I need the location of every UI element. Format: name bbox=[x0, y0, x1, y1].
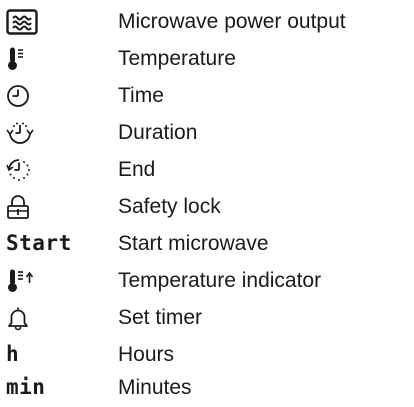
legend-label: End bbox=[118, 158, 156, 181]
hours-text-icon: h bbox=[6, 336, 106, 373]
legend-row-microwave-power: Microwave power output bbox=[0, 3, 414, 40]
legend-label: Temperature indicator bbox=[118, 269, 322, 292]
start-symbol-text: Start bbox=[6, 231, 72, 255]
legend-row-hours: h Hours bbox=[0, 336, 414, 373]
legend-label: Temperature bbox=[118, 47, 236, 70]
legend-row-time: Time bbox=[0, 77, 414, 114]
legend-label: Time bbox=[118, 84, 164, 107]
legend-row-temperature-indicator: Temperature indicator bbox=[0, 262, 414, 299]
lock-icon bbox=[6, 188, 106, 225]
end-time-icon bbox=[6, 151, 106, 188]
thermometer-icon bbox=[6, 40, 106, 77]
legend-label: Duration bbox=[118, 121, 198, 144]
legend-row-end: End bbox=[0, 151, 414, 188]
legend-row-set-timer: Set timer bbox=[0, 299, 414, 336]
legend-label: Set timer bbox=[118, 306, 203, 329]
legend-row-minutes: min Minutes bbox=[0, 369, 414, 406]
legend-label: Hours bbox=[118, 343, 175, 366]
start-text-icon: Start bbox=[6, 225, 106, 262]
legend-row-start: Start Start microwave bbox=[0, 225, 414, 262]
minutes-symbol-text: min bbox=[6, 375, 46, 399]
legend-label: Start microwave bbox=[118, 232, 269, 255]
legend-row-temperature: Temperature bbox=[0, 40, 414, 77]
legend-label: Minutes bbox=[118, 376, 192, 399]
bell-icon bbox=[6, 299, 106, 336]
duration-icon bbox=[6, 114, 106, 151]
minutes-text-icon: min bbox=[6, 369, 106, 406]
legend-row-safety-lock: Safety lock bbox=[0, 188, 414, 225]
legend-label: Safety lock bbox=[118, 195, 221, 218]
microwave-power-icon bbox=[6, 3, 106, 40]
clock-icon bbox=[6, 77, 106, 114]
temperature-indicator-icon bbox=[6, 262, 106, 299]
legend-row-duration: Duration bbox=[0, 114, 414, 151]
hours-symbol-text: h bbox=[6, 342, 20, 366]
legend-label: Microwave power output bbox=[118, 10, 346, 33]
